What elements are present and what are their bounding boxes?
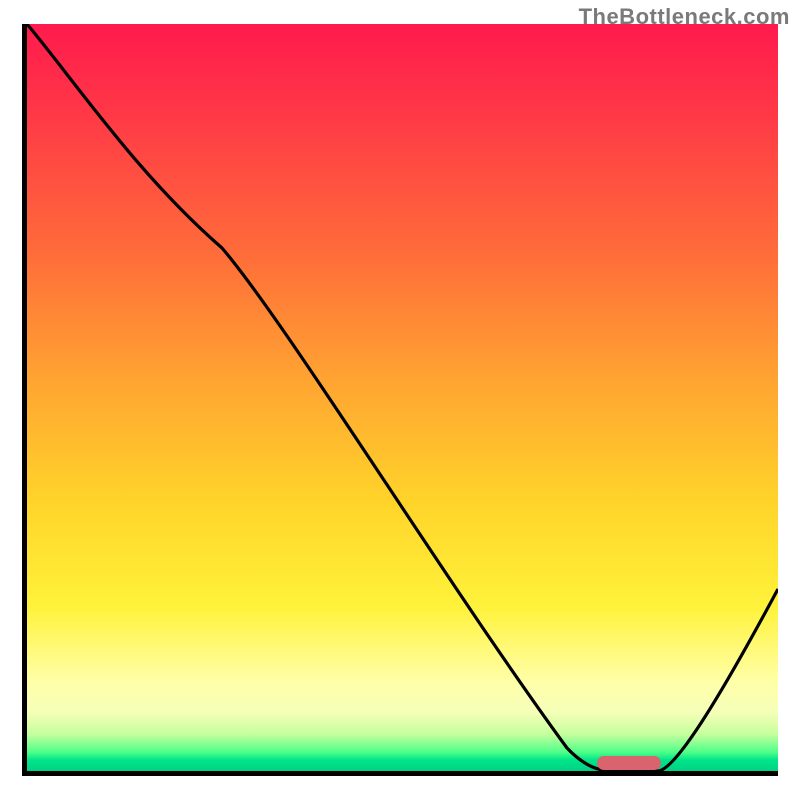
chart-container: TheBottleneck.com [0,0,800,800]
optimal-range-marker [597,756,661,770]
plot-area [22,24,778,776]
attribution-label: TheBottleneck.com [579,4,790,30]
bottleneck-curve [27,24,778,771]
curve-path [27,24,778,771]
